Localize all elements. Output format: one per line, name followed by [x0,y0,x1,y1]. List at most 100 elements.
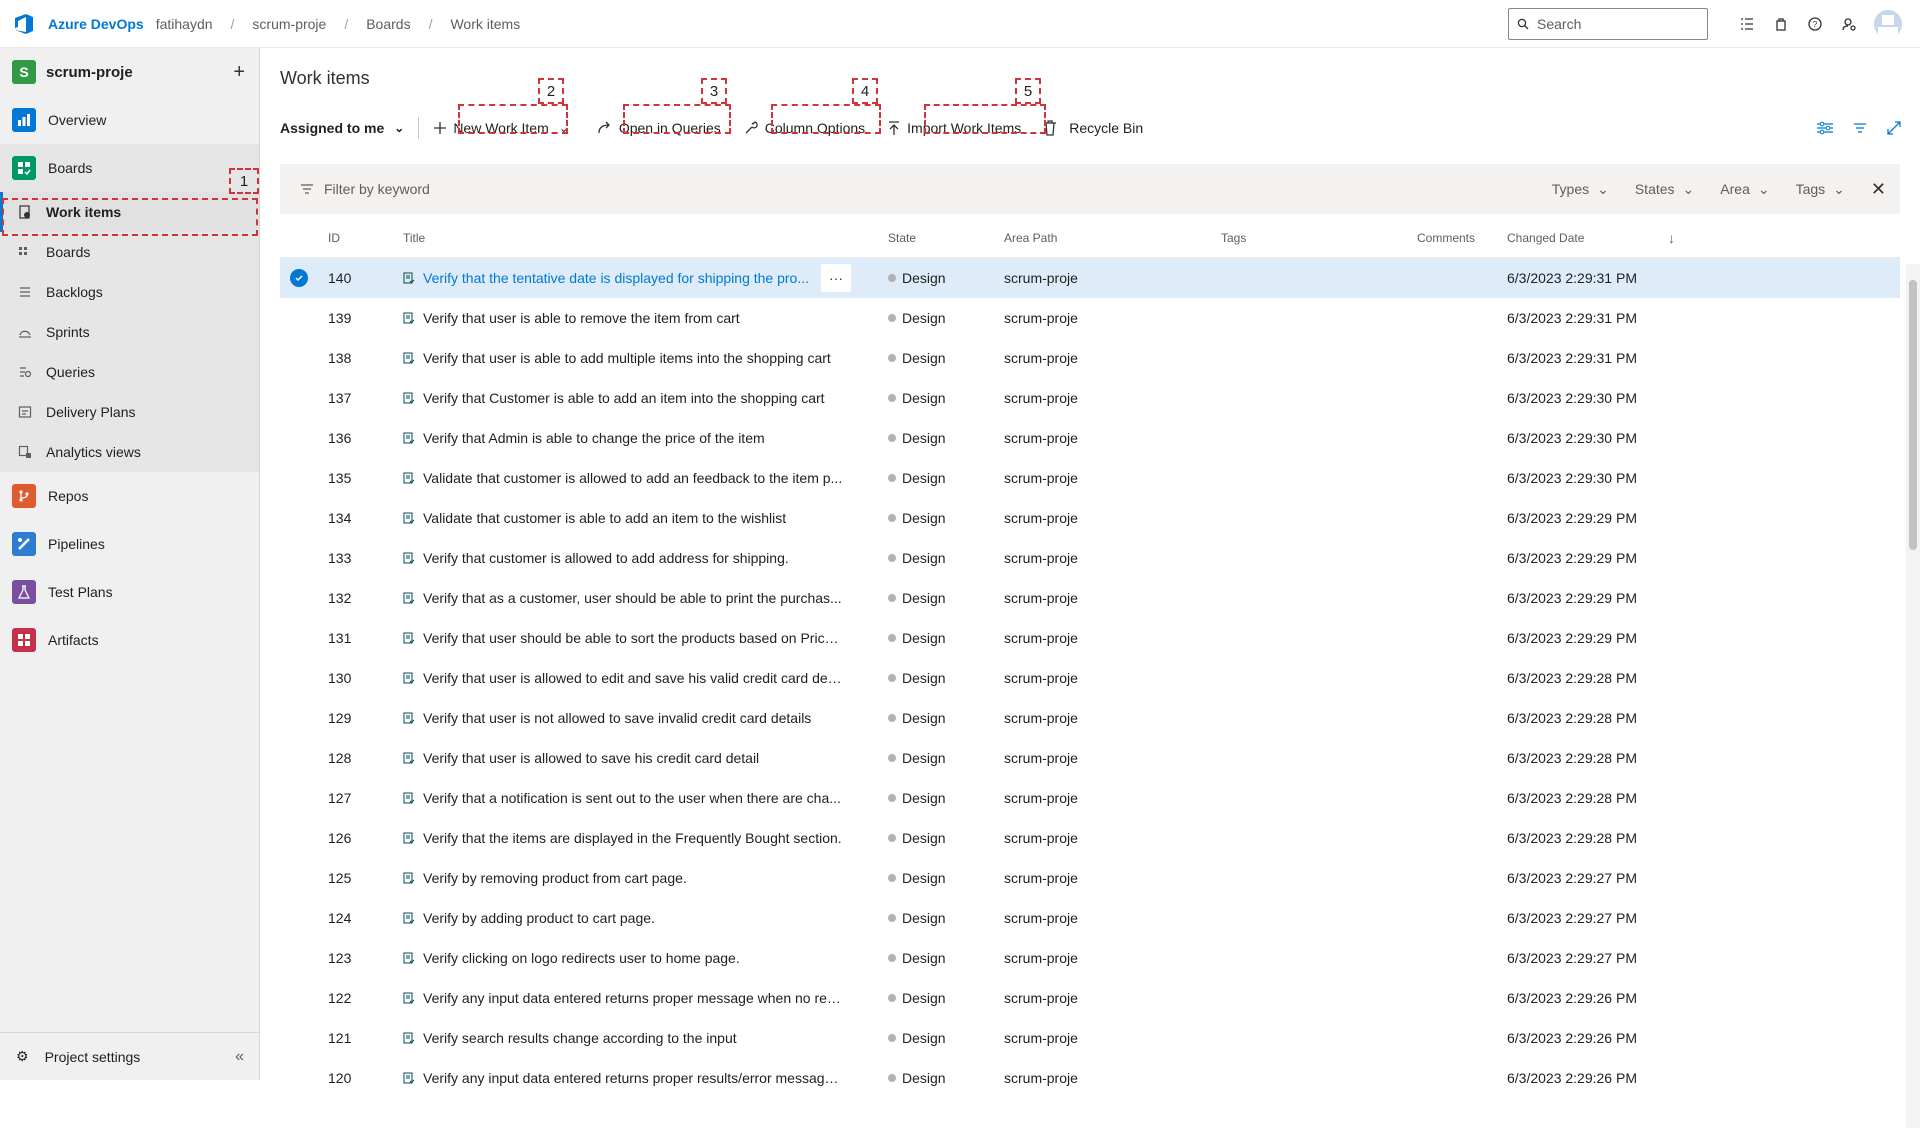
cell-title[interactable]: Verify clicking on logo redirects user t… [403,950,843,966]
close-icon[interactable]: ✕ [1871,179,1886,200]
sidebar-item-boards[interactable]: Boards [0,144,259,192]
table-row[interactable]: 138 Verify that user is able to add multi… [280,338,1900,378]
table-row[interactable]: 132 Verify that as a customer, user shoul… [280,578,1900,618]
cell-title[interactable]: Verify that user is allowed to edit and … [403,670,843,686]
sidebar-item-queries[interactable]: Queries [0,352,259,392]
keyword-filter-input[interactable]: Filter by keyword [324,181,430,197]
cell-title[interactable]: Verify that user is not allowed to save … [403,710,843,726]
table-row[interactable]: 126 Verify that the items are displayed i… [280,818,1900,858]
column-header-id[interactable]: ID [328,231,340,245]
sidebar-item-delivery-plans[interactable]: Delivery Plans [0,392,259,432]
cell-title[interactable]: Verify any input data entered returns pr… [403,990,843,1006]
user-settings-icon[interactable] [1832,7,1866,41]
table-row[interactable]: 120 Verify any input data entered returns… [280,1058,1900,1098]
add-icon[interactable]: + [233,61,245,84]
marketplace-bag-icon[interactable] [1764,7,1798,41]
table-row[interactable]: 131 Verify that user should be able to so… [280,618,1900,658]
breadcrumb-work-items[interactable]: Work items [450,16,520,32]
vertical-scrollbar[interactable] [1906,264,1920,1128]
task-list-icon[interactable] [1730,7,1764,41]
column-options-button[interactable]: Column Options [743,113,865,143]
column-header-state[interactable]: State [888,231,916,245]
table-row[interactable]: 130 Verify that user is allowed to edit a… [280,658,1900,698]
table-row[interactable]: 124 Verify by adding product to cart page… [280,898,1900,938]
brand-link[interactable]: Azure DevOps [48,16,144,32]
filter-icon[interactable] [1852,120,1868,136]
cell-title[interactable]: Verify that a notification is sent out t… [403,790,843,806]
breadcrumb-project[interactable]: scrum-proje [252,16,326,32]
column-header-changed-date[interactable]: Changed Date [1507,231,1584,245]
cell-title[interactable]: Verify that the tentative date is displa… [403,270,843,286]
search-input[interactable]: Search [1508,8,1708,40]
cell-title[interactable]: Validate that customer is allowed to add… [403,470,843,486]
cell-title[interactable]: Verify that customer is allowed to add a… [403,550,843,566]
cell-title[interactable]: Verify that as a customer, user should b… [403,590,843,606]
view-options-icon[interactable] [1816,120,1834,136]
cell-title[interactable]: Verify that Admin is able to change the … [403,430,843,446]
import-work-items-button[interactable]: Import Work Items [887,113,1021,143]
cell-title[interactable]: Verify that the items are displayed in t… [403,830,843,846]
table-row[interactable]: 122 Verify any input data entered returns… [280,978,1900,1018]
types-filter-dropdown[interactable]: Types [1552,181,1609,198]
cell-title[interactable]: Verify by removing product from cart pag… [403,870,843,886]
sidebar-item-work-items[interactable]: Work items [0,192,259,232]
area-filter-dropdown[interactable]: Area [1720,181,1769,198]
sidebar-item-artifacts[interactable]: Artifacts [0,616,259,664]
table-row[interactable]: 135 Validate that customer is allowed to … [280,458,1900,498]
cell-title[interactable]: Verify that user is allowed to save his … [403,750,843,766]
cell-title[interactable]: Verify that user should be able to sort … [403,630,843,646]
sidebar-item-backlogs[interactable]: Backlogs [0,272,259,312]
table-row[interactable]: 129 Verify that user is not allowed to sa… [280,698,1900,738]
table-row[interactable]: 125 Verify by removing product from cart … [280,858,1900,898]
project-name[interactable]: scrum-proje [46,64,133,81]
collapse-sidebar-icon[interactable]: « [235,1048,244,1066]
cell-title[interactable]: Verify that Customer is able to add an i… [403,390,843,406]
assigned-to-me-dropdown[interactable]: Assigned to me ⌄ [280,113,404,143]
breadcrumb-org[interactable]: fatihaydn [156,16,213,32]
sidebar-item-boards-sub[interactable]: Boards [0,232,259,272]
tags-filter-dropdown[interactable]: Tags [1796,181,1845,198]
azure-devops-logo-icon[interactable] [12,12,36,36]
table-row[interactable]: 127 Verify that a notification is sent ou… [280,778,1900,818]
sidebar-item-overview[interactable]: Overview [0,96,259,144]
breadcrumb-boards[interactable]: Boards [366,16,410,32]
open-in-queries-button[interactable]: Open in Queries [597,113,721,143]
sidebar-item-sprints[interactable]: Sprints [0,312,259,352]
cell-title[interactable]: Validate that customer is able to add an… [403,510,843,526]
scrollbar-thumb[interactable] [1909,280,1917,550]
table-row[interactable]: 140 Verify that the tentative date is dis… [280,258,1900,298]
table-row[interactable]: 139 Verify that user is able to remove th… [280,298,1900,338]
table-row[interactable]: 133 Verify that customer is allowed to ad… [280,538,1900,578]
project-settings-button[interactable]: ⚙ Project settings « [0,1032,260,1080]
table-row[interactable]: 134 Validate that customer is able to add… [280,498,1900,538]
sidebar-item-analytics-views[interactable]: Analytics views [0,432,259,472]
sidebar-item-test-plans[interactable]: Test Plans [0,568,259,616]
table-row[interactable]: 128 Verify that user is allowed to save h… [280,738,1900,778]
table-row[interactable]: 121 Verify search results change accordin… [280,1018,1900,1058]
cell-title[interactable]: Verify by adding product to cart page. [403,910,843,926]
row-selected-check-icon[interactable] [290,269,308,287]
new-work-item-button[interactable]: New Work Item ⌄ [433,113,569,143]
sort-descending-icon[interactable]: ↓ [1668,230,1675,246]
sidebar-item-repos[interactable]: Repos [0,472,259,520]
project-header[interactable]: S scrum-proje + [0,48,259,96]
more-actions-icon[interactable]: ··· [821,264,851,292]
column-header-area-path[interactable]: Area Path [1004,231,1057,245]
sidebar-item-pipelines[interactable]: Pipelines [0,520,259,568]
table-row[interactable]: 136 Verify that Admin is able to change t… [280,418,1900,458]
help-icon[interactable]: ? [1798,7,1832,41]
table-row[interactable]: 123 Verify clicking on logo redirects use… [280,938,1900,978]
chevron-down-icon[interactable]: ⌄ [559,121,569,135]
cell-title[interactable]: Verify any input data entered returns pr… [403,1070,843,1086]
cell-title[interactable]: Verify that user is able to remove the i… [403,310,843,326]
states-filter-dropdown[interactable]: States [1635,181,1694,198]
avatar[interactable] [1874,10,1902,38]
column-header-tags[interactable]: Tags [1221,231,1246,245]
fullscreen-icon[interactable] [1886,120,1902,136]
column-header-title[interactable]: Title [403,231,425,245]
cell-title[interactable]: Verify search results change according t… [403,1030,843,1046]
cell-title[interactable]: Verify that user is able to add multiple… [403,350,843,366]
table-row[interactable]: 137 Verify that Customer is able to add a… [280,378,1900,418]
recycle-bin-button[interactable]: Recycle Bin [1043,113,1143,143]
column-header-comments[interactable]: Comments [1417,231,1475,245]
